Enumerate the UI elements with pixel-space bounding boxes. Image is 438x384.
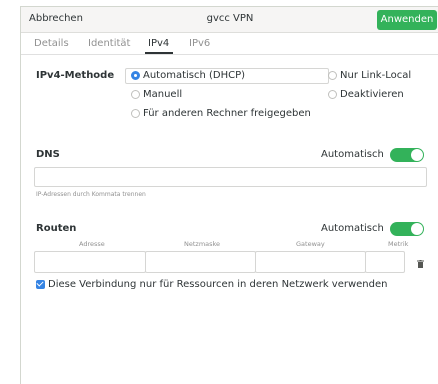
radio-manual[interactable] (131, 90, 140, 99)
method-disable-label: Deaktivieren (340, 89, 404, 100)
tab-details[interactable]: Details (34, 38, 69, 49)
radio-shared[interactable] (131, 109, 140, 118)
apply-button[interactable]: Anwenden (377, 10, 437, 30)
vpn-settings-dialog: Abbrechen gvcc VPN Anwenden Details Iden… (20, 6, 438, 384)
tab-ipv4[interactable]: IPv4 (148, 38, 169, 49)
ipv4-method-label: IPv4-Methode (36, 70, 115, 81)
active-tab-indicator (145, 52, 173, 54)
column-header-gateway: Gateway (296, 240, 325, 248)
route-address-input[interactable] (34, 251, 146, 273)
dns-label: DNS (36, 149, 60, 160)
header-bar: Abbrechen gvcc VPN Anwenden (21, 7, 438, 33)
routes-label: Routen (36, 223, 77, 234)
method-shared-label: Für anderen Rechner freigegeben (143, 108, 311, 119)
dialog-title: gvcc VPN (206, 13, 254, 24)
only-resources-label: Diese Verbindung nur für Ressourcen in d… (48, 279, 388, 290)
dns-auto-toggle[interactable] (390, 148, 424, 162)
column-header-address: Adresse (79, 240, 105, 248)
route-netmask-input[interactable] (145, 251, 256, 273)
radio-link-local[interactable] (328, 71, 337, 80)
toggle-knob (411, 223, 423, 235)
route-metric-input[interactable] (365, 251, 405, 273)
tab-identity[interactable]: Identität (88, 38, 130, 49)
routes-auto-label: Automatisch (321, 223, 384, 234)
radio-disable[interactable] (328, 90, 337, 99)
toggle-knob (411, 149, 423, 161)
method-manual-label: Manuell (143, 89, 183, 100)
dns-auto-label: Automatisch (321, 149, 384, 160)
tab-bar: Details Identität IPv4 IPv6 (21, 33, 438, 55)
only-resources-checkbox[interactable] (36, 280, 45, 289)
method-link-local-label: Nur Link-Local (340, 70, 412, 81)
column-header-netmask: Netzmaske (184, 240, 221, 248)
delete-route-trash-icon[interactable] (417, 260, 424, 268)
route-gateway-input[interactable] (255, 251, 366, 273)
column-header-metric: Metrik (388, 240, 409, 248)
tab-ipv6[interactable]: IPv6 (189, 38, 210, 49)
dns-input[interactable] (34, 167, 427, 187)
radio-dhcp[interactable] (131, 71, 140, 80)
dns-hint: IP-Adressen durch Kommata trennen (36, 191, 146, 198)
routes-auto-toggle[interactable] (390, 222, 424, 236)
method-dhcp-label: Automatisch (DHCP) (143, 70, 246, 81)
